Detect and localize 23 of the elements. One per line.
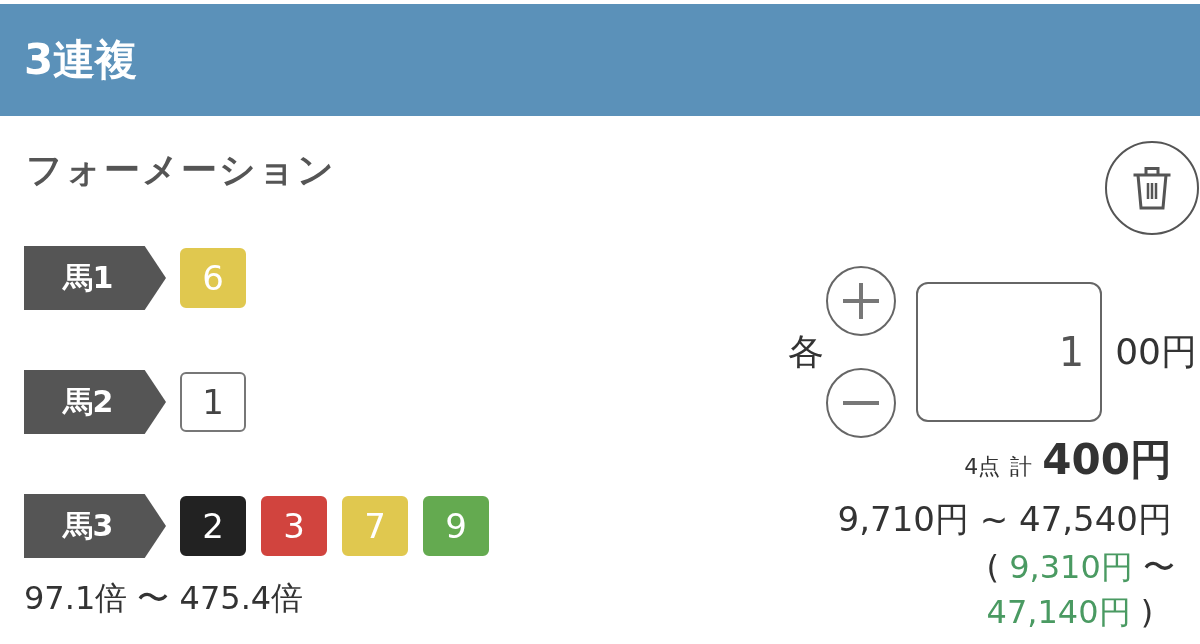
horse-number: 1: [180, 372, 246, 432]
unit-label: 00円: [1115, 329, 1197, 374]
horse-number: 3: [261, 496, 327, 556]
total-label: 計: [1010, 453, 1033, 481]
each-label: 各: [788, 329, 825, 374]
plus-icon: [843, 283, 880, 319]
amount-input[interactable]: 1: [916, 282, 1103, 422]
horse-number: 9: [423, 496, 489, 556]
net-payout-range: ( 9,310円 〜 47,140円 ): [986, 547, 1175, 633]
page-title: 3連複: [24, 34, 138, 86]
bet-type-heading: フォーメーション: [25, 148, 336, 192]
payout-range: 9,710円 ~ 47,540円: [837, 499, 1172, 539]
total-amount: 400円: [1042, 438, 1172, 482]
horse-number: 7: [342, 496, 408, 556]
trash-icon: [1132, 166, 1172, 210]
minus-icon: [843, 401, 880, 405]
horse-number: 2: [180, 496, 246, 556]
odds-range: 97.1倍 〜 475.4倍: [24, 578, 304, 618]
leg-label: 馬2: [24, 370, 166, 434]
bet-count: 4点: [964, 453, 1001, 481]
horse-number: 6: [180, 248, 246, 308]
leg-label: 馬3: [24, 494, 166, 558]
leg-label: 馬1: [24, 246, 166, 310]
